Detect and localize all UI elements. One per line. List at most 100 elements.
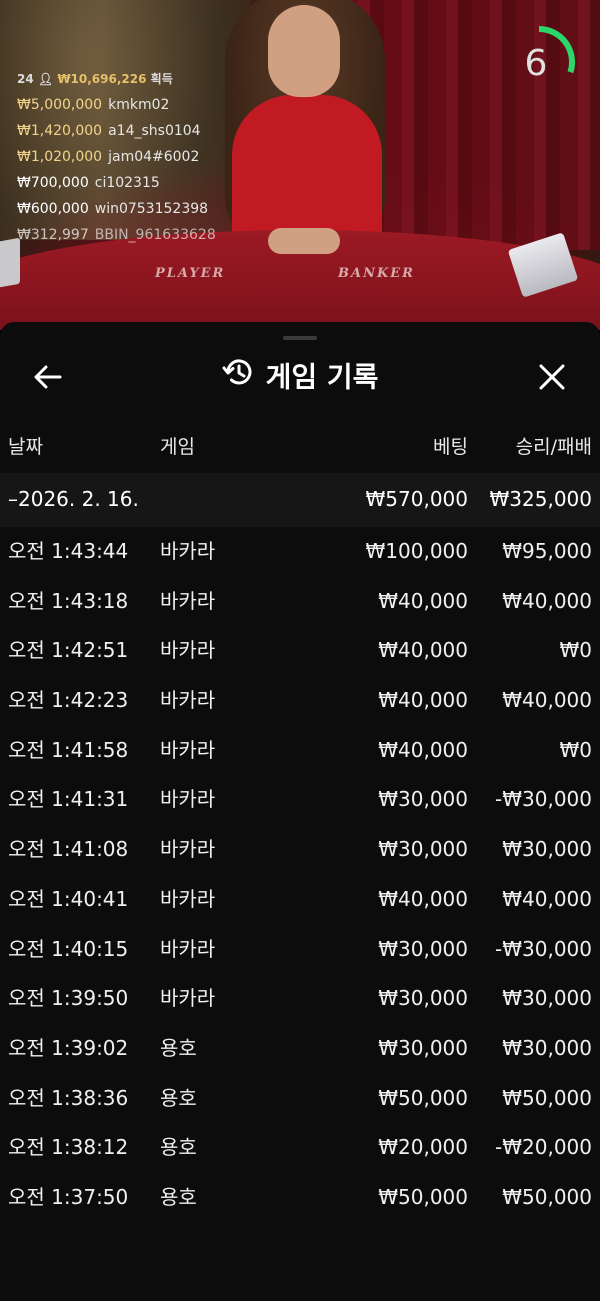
row-game: 바카라 <box>160 787 216 812</box>
table-row[interactable]: 오전 1:43:18 바카라 ₩40,000 ₩40,000 <box>0 581 600 631</box>
row-bet: ₩40,000 <box>378 638 468 663</box>
row-winloss: ₩30,000 <box>502 1035 592 1060</box>
winner-row: ₩700,000 ci102315 <box>17 170 216 196</box>
panel-title: 게임 기록 <box>0 356 600 399</box>
close-icon <box>539 364 565 390</box>
row-bet: ₩40,000 <box>378 588 468 613</box>
winners-header: 24 👤︎ ₩10,696,226 획득 <box>17 66 216 92</box>
row-bet: ₩50,000 <box>378 1184 468 1209</box>
row-game: 바카라 <box>160 588 216 613</box>
history-icon <box>222 356 254 399</box>
history-rows: 오전 1:43:44 바카라 ₩100,000 ₩95,000 오전 1:43:18 바… <box>0 531 600 1227</box>
date-group-date: –2026. 2. 16. <box>8 487 139 511</box>
row-winloss: ₩30,000 <box>502 986 592 1011</box>
winner-row: ₩312,997 BBIN_961633628 <box>17 222 216 248</box>
drag-handle[interactable] <box>283 336 317 340</box>
row-time: 오전 1:38:36 <box>8 1085 129 1110</box>
winners-count: 24 <box>17 72 34 86</box>
row-game: 바카라 <box>160 688 216 713</box>
row-bet: ₩40,000 <box>378 886 468 911</box>
date-group-winloss-total: ₩325,000 <box>489 487 592 511</box>
table-row[interactable]: 오전 1:41:58 바카라 ₩40,000 ₩0 <box>0 730 600 780</box>
winner-name: win0753152398 <box>94 201 209 217</box>
dealer-hands <box>268 228 340 254</box>
row-winloss: ₩40,000 <box>502 588 592 613</box>
table-row[interactable]: 오전 1:43:44 바카라 ₩100,000 ₩95,000 <box>0 531 600 581</box>
row-game: 바카라 <box>160 837 216 862</box>
row-time: 오전 1:43:44 <box>8 539 129 563</box>
table-row[interactable]: 오전 1:38:36 용호 ₩50,000 ₩50,000 <box>0 1078 600 1128</box>
row-bet: ₩50,000 <box>378 1085 468 1110</box>
countdown-number: 6 <box>524 43 548 84</box>
column-game: 게임 <box>160 436 195 458</box>
panel-title-text: 게임 기록 <box>265 360 379 394</box>
row-time: 오전 1:41:58 <box>8 737 129 762</box>
row-game: 바카라 <box>160 986 216 1011</box>
countdown-timer: 6 <box>507 24 577 100</box>
table-row[interactable]: 오전 1:42:23 바카라 ₩40,000 ₩40,000 <box>0 680 600 730</box>
row-bet: ₩100,000 <box>365 539 468 563</box>
winner-name: ci102315 <box>94 175 160 191</box>
row-bet: ₩30,000 <box>378 986 468 1011</box>
row-bet: ₩30,000 <box>378 936 468 961</box>
table-row[interactable]: 오전 1:41:08 바카라 ₩30,000 ₩30,000 <box>0 829 600 879</box>
close-button[interactable] <box>535 360 569 394</box>
row-time: 오전 1:41:31 <box>8 787 129 812</box>
player-label: PLAYER <box>155 266 226 281</box>
row-winloss: ₩30,000 <box>502 837 592 862</box>
row-winloss: -₩20,000 <box>495 1135 592 1160</box>
row-game: 바카라 <box>160 737 216 762</box>
row-winloss: ₩0 <box>559 638 593 663</box>
row-time: 오전 1:40:15 <box>8 936 129 961</box>
winner-name: kmkm02 <box>108 97 170 113</box>
row-winloss: -₩30,000 <box>495 936 592 961</box>
live-video: PLAYER BANKER 24 👤︎ ₩10,696,226 획득 ₩5,00… <box>0 0 600 330</box>
row-bet: ₩30,000 <box>378 1035 468 1060</box>
row-winloss: ₩95,000 <box>502 539 592 563</box>
column-winloss: 승리/패배 <box>515 436 592 458</box>
winner-row: ₩1,420,000 a14_shs0104 <box>17 118 216 144</box>
row-time: 오전 1:39:50 <box>8 986 129 1011</box>
winners-list: 24 👤︎ ₩10,696,226 획득 ₩5,000,000 kmkm02 ₩1… <box>17 66 216 248</box>
winner-amount: ₩1,420,000 <box>17 123 103 139</box>
row-game: 바카라 <box>160 936 216 961</box>
table-row[interactable]: 오전 1:40:15 바카라 ₩30,000 -₩30,000 <box>0 929 600 979</box>
row-game: 용호 <box>160 1035 197 1060</box>
date-group-bet-total: ₩570,000 <box>365 487 468 511</box>
table-header: 날짜 게임 베팅 승리/패배 <box>0 427 600 467</box>
row-game: 바카라 <box>160 539 216 563</box>
row-time: 오전 1:37:50 <box>8 1184 129 1209</box>
winner-amount: ₩312,997 <box>17 227 89 243</box>
table-row[interactable]: 오전 1:39:50 바카라 ₩30,000 ₩30,000 <box>0 978 600 1028</box>
banker-label: BANKER <box>338 266 415 281</box>
row-bet: ₩30,000 <box>378 837 468 862</box>
winner-row: ₩600,000 win0753152398 <box>17 196 216 222</box>
dealer-face <box>268 5 340 97</box>
winner-row: ₩1,020,000 jam04#6002 <box>17 144 216 170</box>
row-time: 오전 1:38:12 <box>8 1135 129 1160</box>
winner-amount: ₩1,020,000 <box>17 149 103 165</box>
winners-label: 획득 <box>150 72 173 86</box>
row-game: 용호 <box>160 1184 197 1209</box>
row-winloss: ₩0 <box>559 737 593 762</box>
row-winloss: ₩40,000 <box>502 688 592 713</box>
winner-name: jam04#6002 <box>108 149 200 165</box>
panel-header: 게임 기록 <box>0 350 600 402</box>
table-row[interactable]: 오전 1:39:02 용호 ₩30,000 ₩30,000 <box>0 1028 600 1078</box>
winner-amount: ₩600,000 <box>17 201 89 217</box>
row-game: 바카라 <box>160 886 216 911</box>
row-bet: ₩20,000 <box>378 1135 468 1160</box>
table-row[interactable]: 오전 1:42:51 바카라 ₩40,000 ₩0 <box>0 630 600 680</box>
row-time: 오전 1:40:41 <box>8 886 129 911</box>
row-time: 오전 1:41:08 <box>8 837 129 862</box>
row-winloss: -₩30,000 <box>495 787 592 812</box>
table-row[interactable]: 오전 1:41:31 바카라 ₩30,000 -₩30,000 <box>0 779 600 829</box>
row-bet: ₩30,000 <box>378 787 468 812</box>
table-row[interactable]: 오전 1:40:41 바카라 ₩40,000 ₩40,000 <box>0 879 600 929</box>
table-row[interactable]: 오전 1:37:50 용호 ₩50,000 ₩50,000 <box>0 1177 600 1227</box>
row-winloss: ₩50,000 <box>502 1184 592 1209</box>
table-row[interactable]: 오전 1:38:12 용호 ₩20,000 -₩20,000 <box>0 1127 600 1177</box>
date-group-row[interactable]: –2026. 2. 16. ₩570,000 ₩325,000 <box>0 473 600 527</box>
column-bet: 베팅 <box>433 436 468 458</box>
row-bet: ₩40,000 <box>378 688 468 713</box>
